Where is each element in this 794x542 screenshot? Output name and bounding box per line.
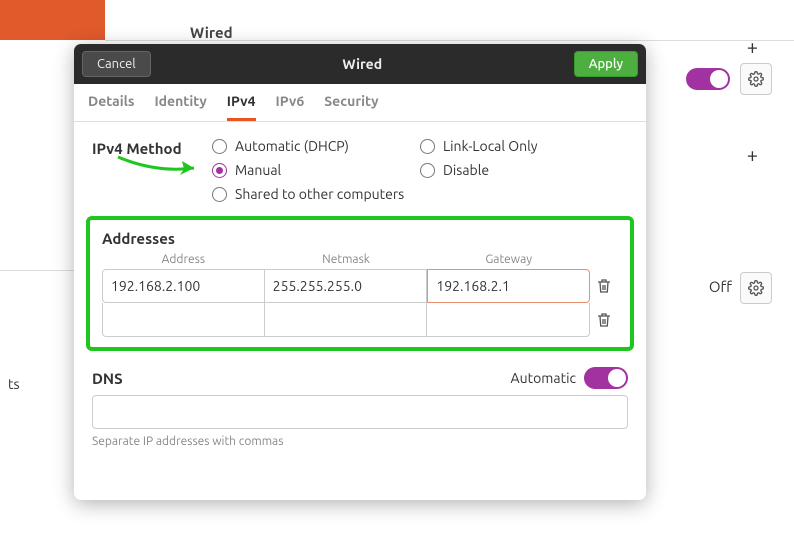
radio-disable[interactable]: Disable — [420, 162, 628, 178]
radio-manual[interactable]: Manual — [212, 162, 420, 178]
apply-button[interactable]: Apply — [574, 51, 638, 77]
dns-heading: DNS — [92, 370, 123, 387]
tab-ipv4[interactable]: IPv4 — [227, 84, 256, 121]
gear-icon — [748, 280, 764, 296]
radio-label: Manual — [235, 162, 281, 178]
radio-label: Shared to other computers — [235, 186, 404, 202]
radio-icon — [420, 163, 435, 178]
ipv4-method-label: IPv4 Method — [92, 138, 202, 202]
address-input[interactable] — [102, 303, 265, 337]
dialog-title: Wired — [159, 56, 566, 72]
bg-off-label: Off — [709, 278, 732, 295]
col-netmask: Netmask — [265, 253, 428, 269]
bg-divider — [105, 40, 794, 41]
trash-icon — [597, 312, 611, 328]
addresses-heading: Addresses — [102, 230, 618, 247]
gear-icon — [748, 71, 764, 87]
dns-section: DNS Automatic Separate IP addresses with… — [92, 367, 628, 448]
radio-icon — [212, 139, 227, 154]
radio-link-local[interactable]: Link-Local Only — [420, 138, 628, 154]
bg-add-button-1[interactable]: + — [747, 35, 758, 58]
trash-icon — [597, 278, 611, 294]
radio-icon — [212, 163, 227, 178]
dns-help-text: Separate IP addresses with commas — [92, 435, 628, 448]
bg-settings-button-2[interactable] — [740, 272, 772, 304]
address-input[interactable] — [102, 269, 265, 303]
tab-security[interactable]: Security — [324, 84, 378, 121]
radio-automatic-dhcp[interactable]: Automatic (DHCP) — [212, 138, 420, 154]
addresses-section: Addresses Address Netmask Gateway — [86, 216, 634, 351]
netmask-input[interactable] — [265, 303, 428, 337]
radio-label: Automatic (DHCP) — [235, 138, 349, 154]
radio-icon — [420, 139, 435, 154]
col-address: Address — [102, 253, 265, 269]
tab-details[interactable]: Details — [88, 84, 134, 121]
radio-label: Link-Local Only — [443, 138, 538, 154]
tabs: Details Identity IPv4 IPv6 Security — [74, 84, 646, 122]
dns-input[interactable] — [92, 395, 628, 429]
radio-shared[interactable]: Shared to other computers — [212, 186, 628, 202]
radio-icon — [212, 187, 227, 202]
gateway-input[interactable] — [427, 303, 590, 337]
delete-row-button[interactable] — [590, 278, 618, 294]
titlebar: Cancel Wired Apply — [74, 44, 646, 84]
ipv4-method-section: IPv4 Method Automatic (DHCP) Link-Local … — [92, 138, 628, 202]
dns-automatic-label: Automatic — [511, 370, 576, 386]
connection-settings-dialog: Cancel Wired Apply Details Identity IPv4… — [74, 44, 646, 500]
launcher-strip — [0, 0, 105, 40]
tab-ipv6[interactable]: IPv6 — [276, 84, 305, 121]
bg-wired-label: Wired — [190, 24, 233, 41]
col-gateway: Gateway — [427, 253, 590, 269]
tab-identity[interactable]: Identity — [154, 84, 206, 121]
address-row — [102, 303, 618, 337]
gateway-input[interactable] — [427, 269, 590, 303]
delete-row-button[interactable] — [590, 312, 618, 328]
bg-wired-toggle[interactable] — [686, 68, 730, 90]
addresses-header-row: Address Netmask Gateway — [102, 253, 618, 269]
netmask-input[interactable] — [265, 269, 428, 303]
bg-settings-button[interactable] — [740, 63, 772, 95]
address-row — [102, 269, 618, 303]
dns-automatic-toggle[interactable] — [584, 367, 628, 389]
radio-label: Disable — [443, 162, 489, 178]
bg-cutoff-text: ts — [8, 376, 20, 392]
bg-add-button-2[interactable]: + — [747, 143, 758, 166]
cancel-button[interactable]: Cancel — [82, 51, 151, 77]
